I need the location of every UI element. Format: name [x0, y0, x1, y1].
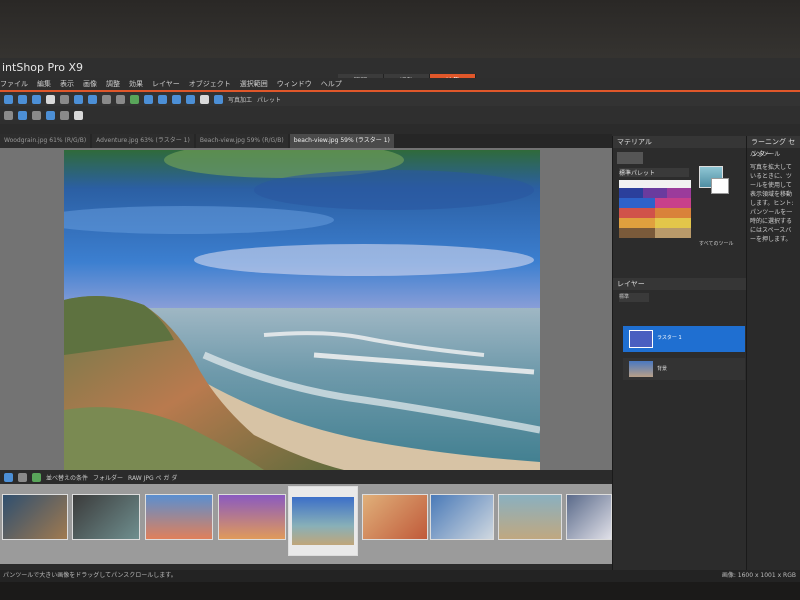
wall-bottom — [0, 582, 800, 600]
doc-tab-active[interactable]: beach-view.jpg 59% (ラスター 1) — [289, 134, 394, 148]
doc-tab[interactable]: Adventure.jpg 63% (ラスター 1) — [92, 134, 194, 148]
layer-thumbnail — [629, 361, 653, 377]
standard-toolbar: 写真加工 パレット — [0, 92, 800, 106]
thumbnail-sunset-pier[interactable] — [145, 494, 213, 540]
beach-photo-image — [64, 150, 540, 470]
layer-name: 背景 — [657, 366, 668, 372]
option-c-icon[interactable] — [60, 110, 69, 120]
materials-panel: 標準パレット すべてのツール — [613, 148, 746, 278]
thumbnail-kids[interactable] — [362, 494, 428, 540]
layers-icon[interactable] — [214, 94, 223, 104]
menu-bar: ファイル 編集 表示 画像 調整 効果 レイヤー オブジェクト 選択範囲 ウィン… — [0, 78, 800, 90]
beach-photo[interactable] — [64, 150, 540, 470]
cut-icon[interactable] — [60, 94, 69, 104]
menu-view[interactable]: 表示 — [60, 78, 74, 90]
app-title: intShop Pro X9 — [2, 61, 83, 74]
blend-mode-select[interactable]: 標準 — [619, 293, 649, 302]
app-window: intShop Pro X9 管理 調整 編集 ファイル 編集 表示 画像 調整… — [0, 58, 800, 600]
layers-panel: 標準 ラスター 1 背景 — [613, 290, 746, 600]
photo-fix-dropdown[interactable]: 写真加工 — [228, 95, 252, 104]
list-view-icon[interactable] — [4, 472, 13, 482]
canvas-area[interactable] — [0, 148, 612, 470]
materials-mode-button[interactable] — [617, 152, 643, 164]
thumbnail-girl-winter[interactable] — [2, 494, 68, 540]
thumbnail-beach-view-image — [292, 497, 354, 545]
fit-icon[interactable] — [158, 94, 167, 104]
thumbnail-beach-view-selected[interactable] — [288, 486, 358, 556]
filmstrip — [0, 484, 612, 564]
undo-icon[interactable] — [102, 94, 111, 104]
material-mode-label[interactable]: すべてのツール — [699, 240, 733, 247]
pan-tool-icon[interactable] — [4, 110, 13, 120]
status-bar: パンツールで大きい画像をドラッグしてパンスクロールします。 画像: 1600 x… — [0, 570, 800, 582]
menu-file[interactable]: ファイル — [0, 78, 28, 90]
option-b-icon[interactable] — [46, 110, 55, 120]
menu-image[interactable]: 画像 — [83, 78, 97, 90]
share-icon[interactable] — [32, 472, 41, 482]
print-icon[interactable] — [46, 94, 55, 104]
redo-icon[interactable] — [116, 94, 125, 104]
layer-row-background[interactable]: 背景 — [623, 358, 745, 380]
crop-icon[interactable] — [130, 94, 139, 104]
option-a-icon[interactable] — [32, 110, 41, 120]
wall-background — [0, 0, 800, 62]
color-swatches[interactable] — [619, 180, 691, 238]
image-info: 画像: 1600 x 1001 x RGB — [721, 572, 796, 579]
menu-help[interactable]: ヘルプ — [321, 78, 342, 90]
materials-panel-title: マテリアル — [613, 136, 746, 148]
layer-thumbnail — [629, 330, 653, 348]
open-icon[interactable] — [18, 94, 27, 104]
paste-icon[interactable] — [88, 94, 97, 104]
document-tabs: Woodgrain.jpg 61% (R/G/B) Adventure.jpg … — [0, 134, 612, 148]
status-text: パンツールで大きい画像をドラッグしてパンスクロールします。 — [3, 572, 177, 579]
layers-panel-title: レイヤー — [613, 278, 746, 290]
layer-name: ラスター 1 — [657, 335, 682, 341]
menu-layers[interactable]: レイヤー — [152, 78, 180, 90]
zoom-icon[interactable] — [144, 94, 153, 104]
thumbnail-beach[interactable] — [498, 494, 562, 540]
menu-edit[interactable]: 編集 — [37, 78, 51, 90]
palette-dropdown[interactable]: パレット — [257, 95, 281, 104]
filter-label[interactable]: RAW JPG ぺ ガ ダ — [128, 473, 177, 482]
right-panels: マテリアル 標準パレット すべてのツール レイヤー 標準 ラスター 1 背景 — [612, 136, 746, 600]
learning-center: ラーニング センター パンツール 写真を拡大しているときに、ツールを使用して表示… — [746, 136, 800, 600]
option-d-icon[interactable] — [74, 110, 83, 120]
learning-body: 写真を拡大しているときに、ツールを使用して表示領域を移動します。ヒント: パンツ… — [750, 164, 794, 243]
new-file-icon[interactable] — [4, 94, 13, 104]
menu-objects[interactable]: オブジェクト — [189, 78, 231, 90]
copy-icon[interactable] — [74, 94, 83, 104]
organizer-toolbar: 並べ替えの条件 フォルダー RAW JPG ぺ ガ ダ — [0, 470, 612, 484]
menu-adjust[interactable]: 調整 — [106, 78, 120, 90]
thumbnail-desk[interactable] — [430, 494, 494, 540]
background-color[interactable] — [711, 178, 729, 194]
menu-window[interactable]: ウィンドウ — [277, 78, 312, 90]
title-bar: intShop Pro X9 管理 調整 編集 — [0, 58, 800, 88]
thumbnail-bike[interactable] — [72, 494, 140, 540]
layer-row-raster[interactable]: ラスター 1 — [623, 326, 745, 352]
tag-icon[interactable] — [18, 472, 27, 482]
learning-center-title: ラーニング センター — [747, 136, 800, 158]
thumbnail-sunset-sky[interactable] — [218, 494, 286, 540]
zoom-out-icon[interactable] — [186, 94, 195, 104]
folder-label[interactable]: フォルダー — [93, 473, 123, 482]
menu-effects[interactable]: 効果 — [129, 78, 143, 90]
save-icon[interactable] — [32, 94, 41, 104]
doc-tab[interactable]: Woodgrain.jpg 61% (R/G/B) — [0, 134, 91, 148]
sort-label[interactable]: 並べ替えの条件 — [46, 473, 88, 482]
swatch-dropdown[interactable]: 標準パレット — [619, 168, 689, 177]
menu-selections[interactable]: 選択範囲 — [240, 78, 268, 90]
thumbnail-mother-child[interactable] — [566, 494, 612, 540]
doc-tab[interactable]: Beach-view.jpg 59% (R/G/B) — [195, 134, 288, 148]
zoom-in-icon[interactable] — [172, 94, 181, 104]
tool-options-bar — [0, 106, 800, 124]
grid-icon[interactable] — [200, 94, 209, 104]
zoom-option-icon[interactable] — [18, 110, 27, 120]
